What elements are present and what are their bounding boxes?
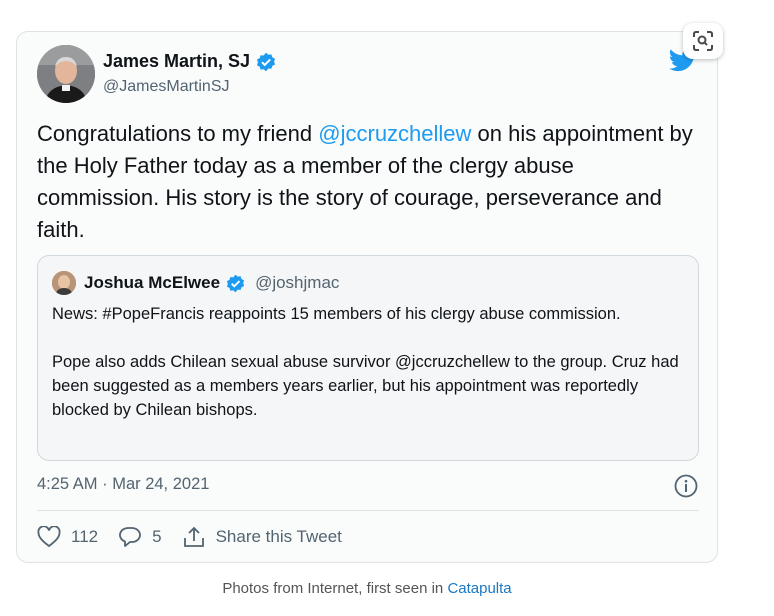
author-name-text[interactable]: James Martin, SJ	[103, 51, 250, 72]
lens-icon	[693, 31, 713, 51]
photo-caption: Photos from Internet, first seen in Cata…	[0, 580, 734, 597]
mention-link[interactable]: @jccruzchellew	[318, 121, 471, 146]
share-icon	[183, 526, 204, 547]
tweet-text-before: Congratulations to my friend	[37, 121, 319, 146]
divider	[37, 510, 699, 511]
tweet-timestamp[interactable]: 4:25 AM · Mar 24, 2021	[37, 475, 209, 494]
like-button[interactable]: 112	[37, 526, 98, 548]
visual-search-button[interactable]	[683, 23, 723, 59]
like-count: 112	[71, 527, 99, 546]
verified-badge-icon	[257, 52, 276, 71]
reply-count: 5	[152, 527, 162, 546]
caption-link[interactable]: Catapulta	[447, 580, 511, 597]
tweet-actions: 112 5 Share this Tweet	[37, 525, 362, 549]
share-button[interactable]: Share this Tweet	[182, 525, 342, 549]
author-name[interactable]: James Martin, SJ	[103, 51, 276, 72]
quoted-author-handle[interactable]: @joshjmac	[255, 273, 339, 293]
quoted-author[interactable]: Joshua McElwee @joshjmac	[84, 273, 339, 293]
quoted-author-name[interactable]: Joshua McElwee	[84, 273, 220, 293]
page: James Martin, SJ @JamesMartinSJ Congratu…	[0, 0, 774, 616]
reply-button[interactable]: 5	[118, 526, 162, 548]
author-handle[interactable]: @JamesMartinSJ	[103, 78, 230, 96]
quoted-tweet-text: News: #PopeFrancis reappoints 15 members…	[52, 302, 692, 422]
tweet-text: Congratulations to my friend @jccruzchel…	[37, 118, 697, 246]
heart-icon	[37, 526, 61, 548]
quoted-paragraph-1: News: #PopeFrancis reappoints 15 members…	[52, 305, 621, 323]
reply-icon	[119, 527, 141, 547]
caption-text: Photos from Internet, first seen in	[222, 580, 448, 597]
tweet-card[interactable]: James Martin, SJ @JamesMartinSJ Congratu…	[16, 31, 718, 563]
verified-badge-icon	[227, 274, 245, 292]
author-avatar[interactable]	[37, 45, 95, 103]
quoted-author-avatar[interactable]	[52, 271, 76, 295]
info-icon[interactable]	[673, 473, 699, 499]
share-label: Share this Tweet	[215, 527, 342, 546]
quoted-tweet[interactable]: Joshua McElwee @joshjmac News: #PopeFran…	[37, 255, 699, 461]
quoted-paragraph-2: Pope also adds Chilean sexual abuse surv…	[52, 353, 679, 419]
